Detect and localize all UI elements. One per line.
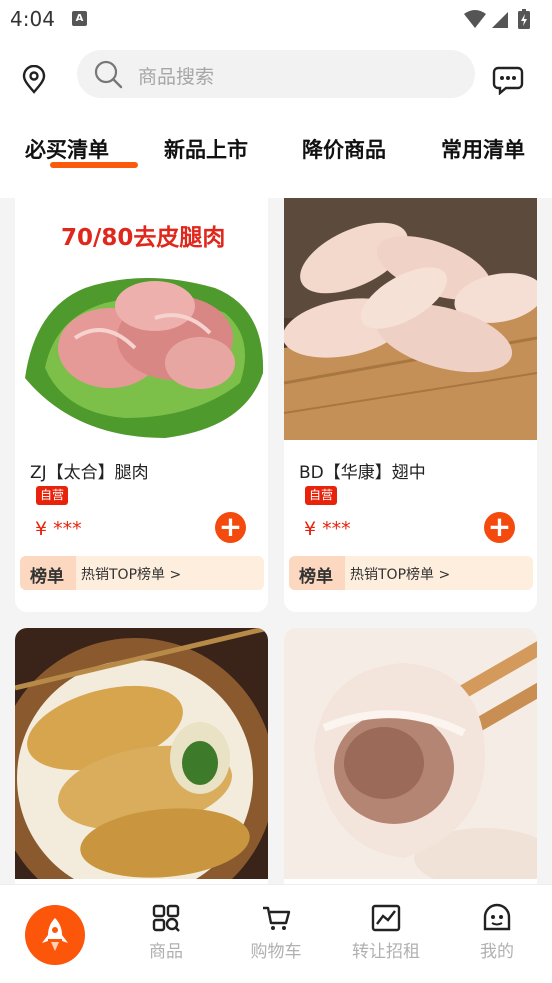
nav-label: 购物车 (250, 942, 302, 962)
rank-tag-label: 榜单 (30, 567, 64, 587)
product-image (284, 198, 537, 440)
product-image (284, 628, 537, 879)
category-tabs: 必买清单 新品上市 降价商品 常用清单 (0, 134, 552, 174)
product-price: ¥ *** (35, 518, 82, 540)
rank-tag: 榜单 (289, 556, 345, 590)
product-card[interactable]: BD【华康】翅中 自营 ¥ *** + 榜单 热销TOP榜单 > (284, 198, 537, 612)
rank-banner[interactable]: 榜单 热销TOP榜单 > (289, 556, 533, 590)
tab-frequent-list[interactable]: 常用清单 (441, 134, 525, 164)
location-button[interactable] (20, 64, 48, 95)
profile-icon (483, 903, 511, 931)
status-bar: 4:04 A (0, 0, 552, 38)
product-card[interactable]: 70/80去皮腿肉 ZJ【太合】腿肉 自营 ¥ *** + 榜单 热销TOP榜单… (15, 198, 268, 612)
product-grid: 70/80去皮腿肉 ZJ【太合】腿肉 自营 ¥ *** + 榜单 热销TOP榜单… (0, 198, 552, 884)
tab-active-indicator (50, 162, 138, 168)
search-icon (94, 60, 123, 89)
status-time: 4:04 (10, 7, 55, 31)
self-operated-badge: 自营 (305, 486, 338, 505)
nav-label: 我的 (480, 942, 514, 962)
product-name: BD【华康】翅中 (299, 463, 426, 483)
nav-item-cart[interactable]: 购物车 (236, 903, 316, 962)
add-to-cart-button[interactable]: + (484, 512, 515, 543)
product-image-caption: 70/80去皮腿肉 (61, 225, 226, 251)
search-placeholder: 商品搜索 (138, 66, 215, 88)
rank-banner[interactable]: 榜单 热销TOP榜单 > (20, 556, 264, 590)
product-card[interactable] (15, 628, 268, 884)
rank-tag-label: 榜单 (299, 567, 333, 587)
products-icon (152, 904, 180, 932)
location-pin-icon (22, 64, 46, 94)
cart-icon (263, 906, 291, 930)
bottom-nav: 商品 购物车 转让招租 我的 (0, 884, 552, 983)
product-image (15, 628, 268, 879)
message-icon (492, 66, 524, 96)
header: 商品搜索 必买清单 新品上市 降价商品 常用清单 (0, 38, 552, 198)
notification-icon: A (72, 11, 87, 26)
self-operated-badge: 自营 (36, 486, 69, 505)
nav-home-button[interactable] (25, 905, 85, 965)
rank-tag: 榜单 (20, 556, 76, 590)
nav-item-profile[interactable]: 我的 (457, 903, 537, 962)
nav-label: 转让招租 (352, 942, 420, 962)
nav-item-transfer-rent[interactable]: 转让招租 (346, 903, 426, 962)
tab-label: 常用清单 (441, 138, 525, 162)
rank-text: 热销TOP榜单 > (81, 567, 182, 583)
rocket-icon (42, 918, 68, 951)
product-name: ZJ【太合】腿肉 (30, 463, 149, 483)
add-to-cart-button[interactable]: + (215, 512, 246, 543)
tab-price-drop[interactable]: 降价商品 (302, 134, 386, 164)
tab-must-buy[interactable]: 必买清单 (25, 134, 138, 168)
search-input[interactable]: 商品搜索 (77, 50, 475, 98)
product-price: ¥ *** (304, 518, 351, 540)
status-icons (462, 8, 540, 34)
product-image: 70/80去皮腿肉 (15, 198, 268, 440)
tab-label: 新品上市 (164, 138, 248, 162)
nav-item-products[interactable]: 商品 (126, 903, 206, 962)
rank-text: 热销TOP榜单 > (350, 567, 451, 583)
message-button[interactable] (492, 65, 524, 96)
tab-label: 必买清单 (25, 138, 109, 162)
tab-label: 降价商品 (302, 138, 386, 162)
chart-icon (371, 904, 401, 932)
nav-label: 商品 (149, 942, 183, 962)
product-card[interactable] (284, 628, 537, 884)
signal-battery-icon (464, 9, 530, 29)
tab-new-arrivals[interactable]: 新品上市 (164, 134, 248, 164)
